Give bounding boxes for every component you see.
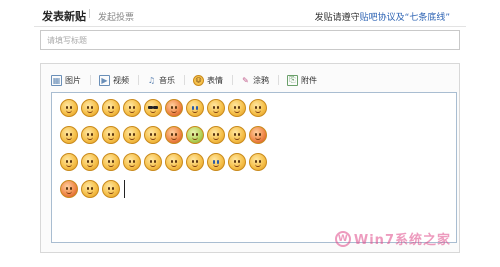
smiley-emoticon-icon [249, 153, 267, 171]
toolbar-separator [90, 75, 91, 85]
smiley-emoticon-icon [102, 99, 120, 117]
emoticon-row [60, 99, 270, 117]
toolbar-graffiti-button[interactable]: ✎ 涂鸦 [241, 75, 269, 86]
toolbar-attachment-button[interactable]: ⎘ 附件 [287, 74, 317, 86]
toolbar-separator [138, 75, 139, 85]
smiley-emoticon-icon [165, 153, 183, 171]
smiley-emoticon-icon [81, 153, 99, 171]
toolbar-separator [232, 75, 233, 85]
toolbar-graffiti-label: 涂鸦 [253, 75, 269, 85]
smiley-emoticon-icon [186, 99, 204, 117]
emoji-icon: ☺ [193, 74, 204, 86]
toolbar-music-label: 音乐 [159, 75, 175, 85]
editor-box: ▦ 图片 ▶ 视频 ♫ 音乐 ☺ 表情 ✎ 涂鸦 ⎘ 附件 W Win7系统之家 [40, 63, 460, 253]
smiley-emoticon-icon [102, 126, 120, 144]
smiley-emoticon-icon [60, 153, 78, 171]
toolbar-image-label: 图片 [65, 75, 81, 85]
header-divider [34, 26, 466, 27]
emoticon-row [60, 126, 270, 144]
watermark-logo-icon: W [334, 230, 351, 247]
smiley-emoticon-icon [186, 153, 204, 171]
smiley-emoticon-icon [60, 99, 78, 117]
post-header: 发表新贴 | 发起投票 发贴请遵守贴吧协议及“七条底线” [0, 0, 500, 28]
smiley-emoticon-icon [165, 99, 183, 117]
toolbar-separator [184, 75, 185, 85]
smiley-emoticon-icon [102, 153, 120, 171]
smiley-emoticon-icon [144, 99, 162, 117]
tab-separator: | [88, 9, 92, 19]
smiley-emoticon-icon [207, 126, 225, 144]
toolbar-music-button[interactable]: ♫ 音乐 [147, 75, 175, 86]
toolbar-video-button[interactable]: ▶ 视频 [99, 74, 129, 86]
watermark: W Win7系统之家 [334, 229, 451, 248]
toolbar-attachment-label: 附件 [301, 75, 317, 85]
smiley-emoticon-icon [207, 153, 225, 171]
image-icon: ▦ [51, 74, 62, 86]
tab-new-post[interactable]: 发表新贴 [42, 8, 86, 24]
smiley-emoticon-icon [144, 153, 162, 171]
tab-start-vote[interactable]: 发起投票 [98, 10, 134, 23]
smiley-emoticon-icon [60, 126, 78, 144]
graffiti-icon: ✎ [242, 75, 249, 85]
editor-toolbar: ▦ 图片 ▶ 视频 ♫ 音乐 ☺ 表情 ✎ 涂鸦 ⎘ 附件 [51, 72, 320, 88]
smiley-emoticon-icon [81, 180, 99, 198]
toolbar-separator [278, 75, 279, 85]
smiley-emoticon-icon [60, 180, 78, 198]
emoticon-row [60, 153, 270, 171]
posting-rules: 发贴请遵守贴吧协议及“七条底线” [315, 10, 450, 23]
smiley-emoticon-icon [186, 126, 204, 144]
smiley-emoticon-icon [81, 126, 99, 144]
toolbar-image-button[interactable]: ▦ 图片 [51, 74, 81, 86]
smiley-emoticon-icon [228, 126, 246, 144]
toolbar-emoji-button[interactable]: ☺ 表情 [193, 74, 223, 86]
smiley-emoticon-icon [123, 99, 141, 117]
smiley-emoticon-icon [249, 126, 267, 144]
smiley-emoticon-icon [207, 99, 225, 117]
editor-content-area[interactable] [51, 92, 457, 243]
smiley-emoticon-icon [144, 126, 162, 144]
smiley-emoticon-icon [102, 180, 120, 198]
smiley-emoticon-icon [165, 126, 183, 144]
smiley-emoticon-icon [228, 153, 246, 171]
rules-link[interactable]: 贴吧协议及“七条底线” [360, 13, 450, 23]
toolbar-video-label: 视频 [113, 75, 129, 85]
toolbar-emoji-label: 表情 [207, 75, 223, 85]
emoticon-row [60, 180, 125, 198]
smiley-emoticon-icon [81, 99, 99, 117]
attachment-icon: ⎘ [287, 74, 298, 86]
smiley-emoticon-icon [228, 99, 246, 117]
smiley-emoticon-icon [123, 126, 141, 144]
smiley-emoticon-icon [249, 99, 267, 117]
rules-prefix: 发贴请遵守 [314, 13, 360, 23]
music-icon: ♫ [147, 75, 156, 85]
title-input[interactable] [40, 30, 460, 50]
text-cursor [124, 180, 125, 198]
watermark-text: Win7系统之家 [353, 233, 451, 248]
video-icon: ▶ [99, 74, 110, 86]
smiley-emoticon-icon [123, 153, 141, 171]
